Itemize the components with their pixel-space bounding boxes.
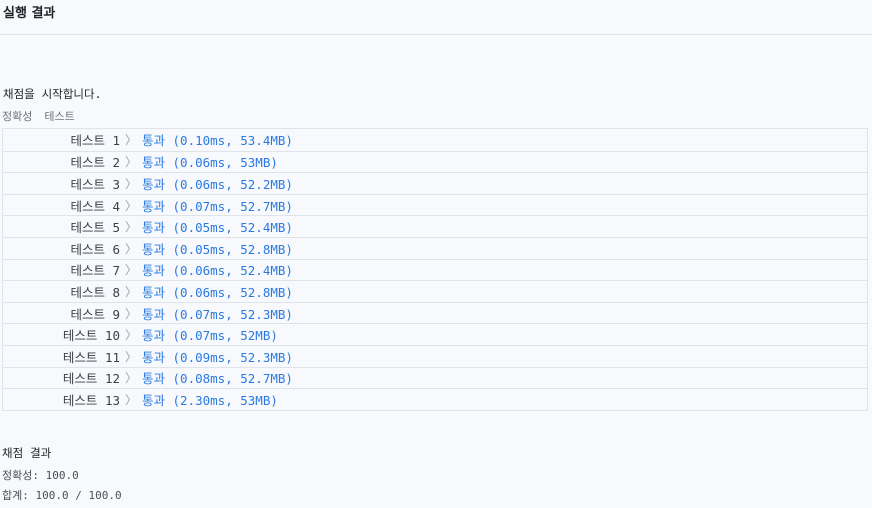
test-case-label: 테스트 9 [70,306,120,322]
test-row: 테스트 11 〉 통과 (0.09ms, 52.3MB) [3,344,867,367]
summary-accuracy: 정확성: 100.0 [2,469,79,482]
chevron-right-icon: 〉 [124,371,137,386]
chevron-right-icon: 〉 [124,392,137,407]
test-result: 통과 (0.06ms, 52.8MB) [142,284,293,300]
test-row: 테스트 13 〉 통과 (2.30ms, 53MB) [3,388,867,410]
test-case-label: 테스트 7 [70,263,120,279]
chevron-right-icon: 〉 [124,349,137,364]
chevron-right-icon: 〉 [124,263,137,278]
panel-header: 실행 결과 [0,0,872,35]
panel-title: 실행 결과 [3,6,56,21]
test-result: 통과 (2.30ms, 53MB) [142,392,278,408]
test-row: 테스트 8 〉 통과 (0.06ms, 52.8MB) [3,280,867,302]
chevron-right-icon: 〉 [124,155,137,170]
test-row: 테스트 12 〉 통과 (0.08ms, 52.7MB) [3,366,867,389]
test-case-label: 테스트 13 [62,392,120,408]
chevron-right-icon: 〉 [124,133,137,148]
test-row: 테스트 1 〉 통과 (0.10ms, 53.4MB) [3,129,867,151]
chevron-right-icon: 〉 [124,176,137,191]
test-result: 통과 (0.05ms, 52.8MB) [142,241,293,257]
test-result: 통과 (0.07ms, 52MB) [142,328,278,344]
test-row: 테스트 7 〉 통과 (0.06ms, 52.4MB) [3,258,867,281]
test-result: 통과 (0.10ms, 53.4MB) [142,133,293,149]
chevron-right-icon: 〉 [124,241,137,256]
section-label-test: 테스트 [44,110,75,123]
test-result: 통과 (0.06ms, 52.4MB) [142,263,293,279]
section-label-accuracy: 정확성 [2,110,33,123]
test-row: 테스트 9 〉 통과 (0.07ms, 52.3MB) [3,301,867,324]
test-case-label: 테스트 11 [62,349,120,365]
test-case-label: 테스트 1 [70,133,120,149]
chevron-right-icon: 〉 [124,306,137,321]
test-row: 테스트 4 〉 통과 (0.07ms, 52.7MB) [3,193,867,216]
test-result: 통과 (0.06ms, 52.2MB) [142,176,293,192]
test-case-label: 테스트 8 [70,284,120,300]
chevron-right-icon: 〉 [124,328,137,343]
test-case-label: 테스트 5 [70,220,120,236]
section-label: 정확성 테스트 [2,108,75,124]
chevron-right-icon: 〉 [124,198,137,213]
test-results-table: 테스트 1 〉 통과 (0.10ms, 53.4MB) 테스트 2 〉 통과 (… [2,128,868,411]
test-case-label: 테스트 3 [70,176,120,192]
test-row: 테스트 2 〉 통과 (0.06ms, 53MB) [3,150,867,173]
summary-title: 채점 결과 [2,446,52,460]
test-case-label: 테스트 2 [70,155,120,171]
chevron-right-icon: 〉 [124,220,137,235]
test-row: 테스트 3 〉 통과 (0.06ms, 52.2MB) [3,172,867,194]
test-result: 통과 (0.07ms, 52.3MB) [142,306,293,322]
test-result: 통과 (0.08ms, 52.7MB) [142,371,293,387]
test-case-label: 테스트 4 [70,198,120,214]
test-case-label: 테스트 10 [62,328,120,344]
test-result: 통과 (0.09ms, 52.3MB) [142,349,293,365]
test-case-label: 테스트 6 [70,241,120,257]
test-case-label: 테스트 12 [62,371,120,387]
chevron-right-icon: 〉 [124,284,137,299]
grading-start-message: 채점을 시작합니다. [3,87,102,101]
test-result: 통과 (0.05ms, 52.4MB) [142,220,293,236]
summary-total: 합계: 100.0 / 100.0 [2,489,122,502]
test-result: 통과 (0.07ms, 52.7MB) [142,198,293,214]
test-result: 통과 (0.06ms, 53MB) [142,155,278,171]
test-row: 테스트 5 〉 통과 (0.05ms, 52.4MB) [3,215,867,237]
test-row: 테스트 10 〉 통과 (0.07ms, 52MB) [3,323,867,345]
test-row: 테스트 6 〉 통과 (0.05ms, 52.8MB) [3,236,867,259]
